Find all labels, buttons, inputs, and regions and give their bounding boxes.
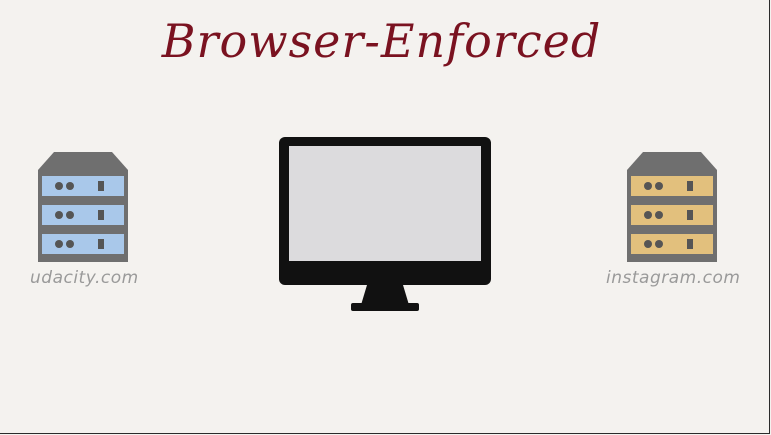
slide: Browser-Enforced udacity.com instagram.c… bbox=[0, 0, 770, 434]
server-label-udacity: udacity.com bbox=[30, 268, 139, 288]
page-title: Browser-Enforced bbox=[0, 14, 769, 68]
server-icon-udacity bbox=[36, 152, 130, 268]
server-label-instagram: instagram.com bbox=[606, 268, 741, 288]
server-icon-instagram bbox=[625, 152, 719, 268]
monitor-screen bbox=[289, 146, 481, 261]
server-rack-icon bbox=[627, 152, 717, 262]
title-text: Browser-Enforced bbox=[161, 14, 602, 68]
monitor-icon bbox=[279, 137, 493, 319]
server-rack-icon bbox=[38, 152, 128, 262]
